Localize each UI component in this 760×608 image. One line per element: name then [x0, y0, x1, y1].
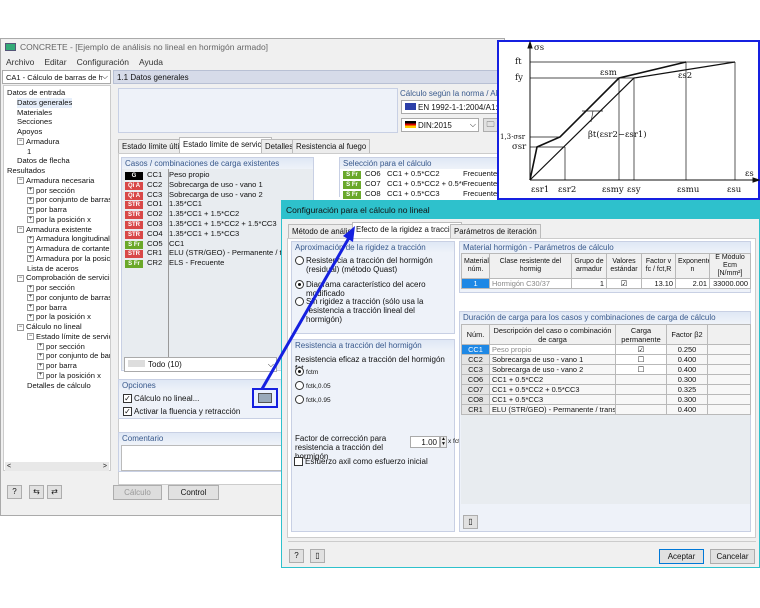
annotation-arrow: [260, 226, 355, 390]
